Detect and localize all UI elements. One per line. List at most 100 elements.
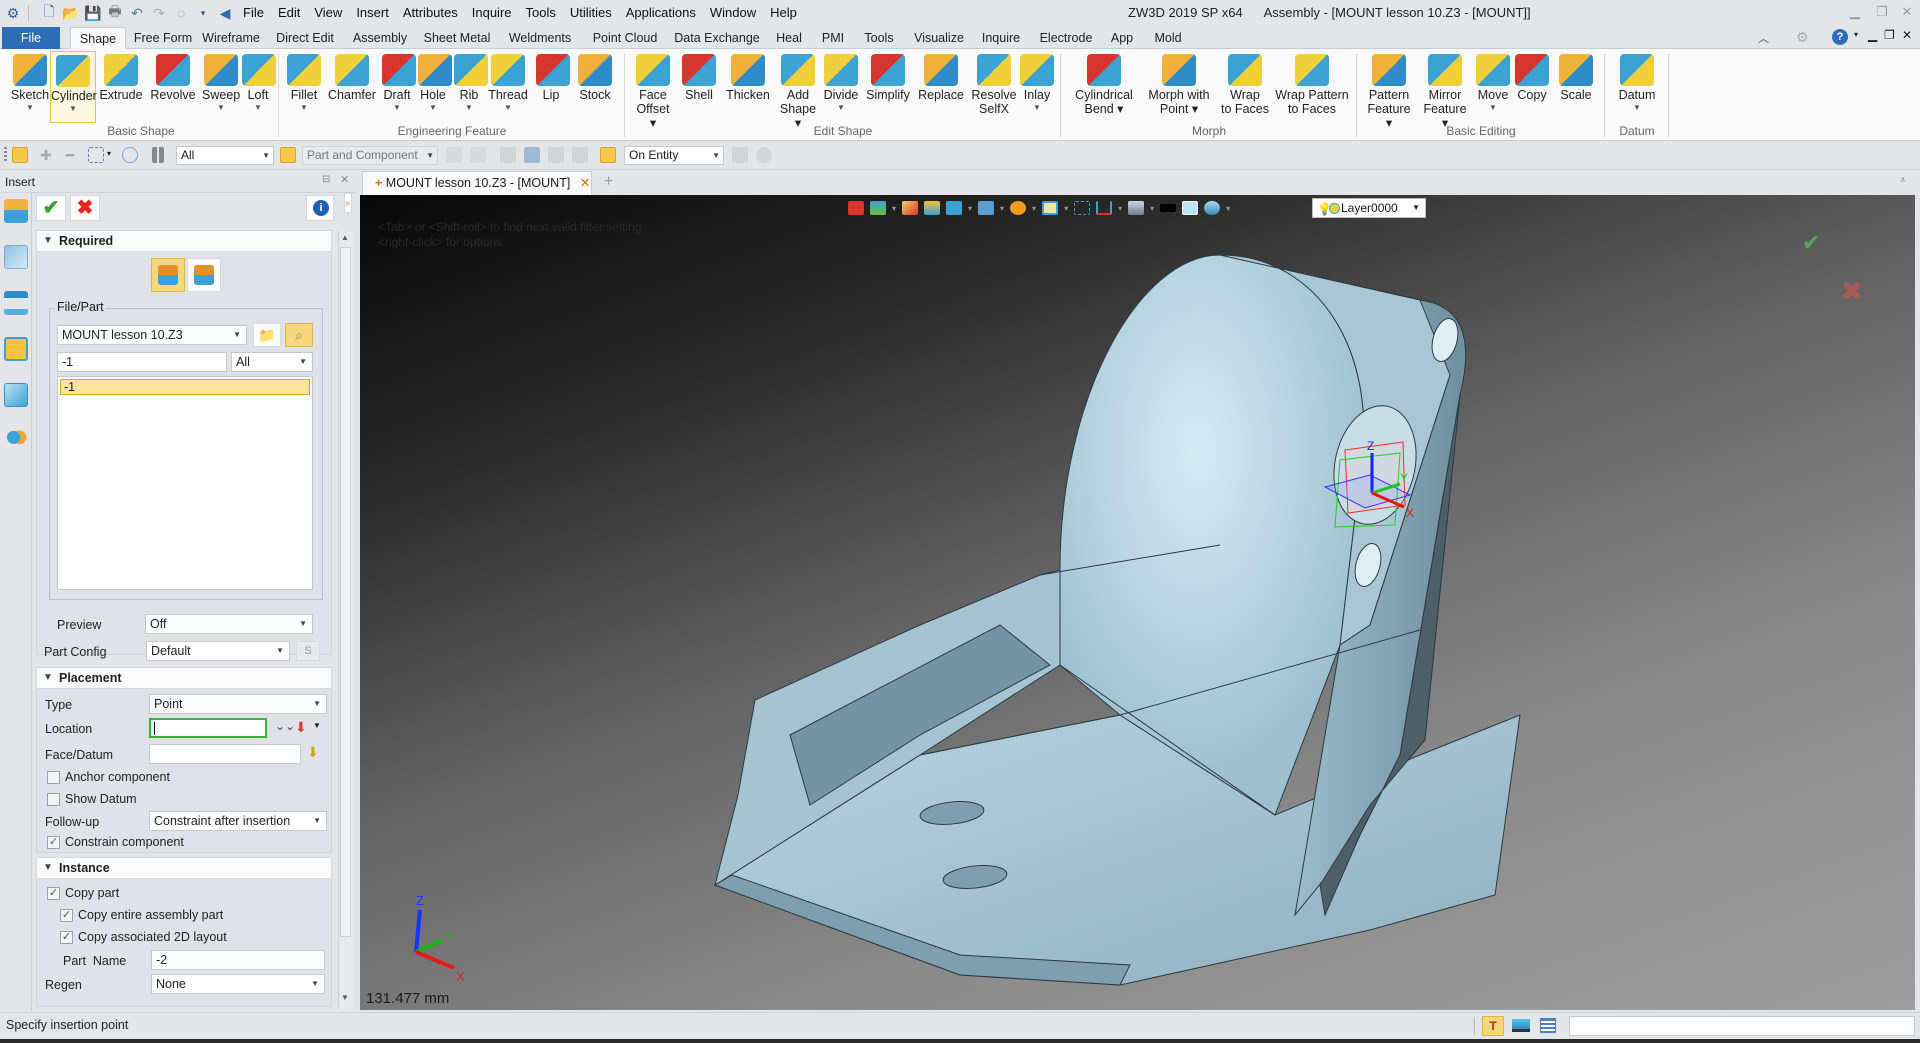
ribbon-button-sweep[interactable]: Sweep ▼ — [202, 51, 240, 123]
part-filter-select[interactable]: All ▼ — [231, 352, 313, 372]
pick-mode-icon[interactable] — [600, 147, 616, 163]
ribbon-button-sketch[interactable]: Sketch ▼ — [8, 51, 52, 123]
ribbon-button-cylinder[interactable]: Cylinder ▼ — [50, 51, 97, 123]
tab-mold[interactable]: Mold — [1146, 27, 1190, 49]
box-select-icon[interactable] — [88, 147, 104, 163]
history-toggle-button[interactable]: T — [1482, 1016, 1504, 1036]
ribbon-button-extrude[interactable]: Extrude — [98, 51, 144, 123]
dropdown-arrow-icon[interactable]: ▼ — [382, 102, 412, 114]
print-icon[interactable]: 🖶 — [104, 2, 126, 24]
menu-attributes[interactable]: Attributes — [396, 0, 465, 26]
part-box-icon[interactable] — [4, 337, 28, 361]
part-list-item[interactable]: -1 — [60, 379, 310, 395]
dropdown-arrow-icon[interactable]: ▼ — [1020, 102, 1054, 114]
tab-assembly[interactable]: Assembly — [348, 27, 412, 49]
ribbon-button-revolve[interactable]: Revolve — [148, 51, 198, 123]
menu-tools[interactable]: Tools — [519, 0, 563, 26]
open-file-icon[interactable]: 📂 — [60, 2, 82, 24]
menu-applications[interactable]: Applications — [619, 0, 703, 26]
pick-point-icon[interactable]: ⬇ — [295, 719, 307, 736]
pointer-disabled-icon[interactable] — [732, 147, 748, 163]
ribbon-button-pattern-feature[interactable]: Pattern Feature ▾ — [1364, 51, 1414, 130]
info-button[interactable]: i — [306, 195, 334, 221]
help-icon[interactable]: ? — [1832, 29, 1848, 45]
save-icon[interactable]: 💾 — [82, 2, 104, 24]
ribbon-button-cylindrical-bend[interactable]: Cylindrical Bend ▾ — [1070, 51, 1138, 123]
hierarchy-icon[interactable] — [4, 291, 28, 315]
panel-expand-icon[interactable]: » — [344, 193, 352, 213]
tab-wireframe[interactable]: Wireframe — [200, 27, 262, 49]
tab-electrode[interactable]: Electrode — [1036, 27, 1096, 49]
ribbon-button-shell[interactable]: Shell — [682, 51, 716, 123]
menu-insert[interactable]: Insert — [349, 0, 396, 26]
tab-sheet-metal[interactable]: Sheet Metal — [420, 27, 494, 49]
insert-multiple-button[interactable] — [187, 258, 221, 292]
dropdown-arrow-icon[interactable]: ▼ — [1612, 102, 1662, 114]
users-icon[interactable] — [4, 429, 28, 453]
image-export-icon[interactable] — [4, 383, 28, 407]
dropdown-arrow-icon[interactable]: ▼ — [286, 102, 322, 114]
filter-icon[interactable] — [152, 147, 164, 163]
insert-single-button[interactable] — [151, 258, 185, 292]
panel-pin-icon[interactable]: ⊟ — [322, 174, 330, 185]
tab-close-icon[interactable]: ✕ — [580, 176, 590, 190]
ribbon-button-morph-with-point[interactable]: Morph with Point ▾ — [1144, 51, 1214, 123]
redo-icon[interactable]: ↷ — [148, 2, 170, 24]
list-icon-3[interactable] — [548, 147, 564, 163]
ribbon-button-fillet[interactable]: Fillet ▼ — [286, 51, 322, 123]
customize-dropdown-icon[interactable]: ▾ — [192, 2, 214, 24]
ribbon-button-loft[interactable]: Loft ▼ — [242, 51, 276, 123]
regen-select[interactable]: None ▼ — [151, 974, 325, 994]
toolbar-grip[interactable] — [4, 147, 7, 163]
scroll-thumb[interactable] — [340, 247, 351, 937]
snap-icon[interactable] — [470, 147, 486, 163]
ribbon-button-datum[interactable]: Datum ▼ — [1612, 51, 1662, 123]
ribbon-button-stock[interactable]: Stock — [574, 51, 616, 123]
assembly-tree-icon[interactable] — [4, 245, 28, 269]
menu-window[interactable]: Window — [703, 0, 763, 26]
help-dropdown-icon[interactable]: ▾ — [1854, 30, 1858, 39]
list-icon-2[interactable] — [524, 147, 540, 163]
selection-scope-select[interactable]: Part and Component ▼ — [302, 146, 438, 165]
ribbon-button-wrap-to-faces[interactable]: Wrap to Faces — [1220, 51, 1270, 123]
pointer-icon[interactable] — [572, 147, 588, 163]
pick-point-dropdown-icon[interactable]: ▼ — [313, 721, 321, 730]
part-list[interactable]: -1 — [57, 376, 313, 590]
tab-data-exchange[interactable]: Data Exchange — [672, 27, 762, 49]
ribbon-button-draft[interactable]: Draft ▼ — [382, 51, 416, 123]
preview-select[interactable]: Off ▼ — [145, 614, 313, 634]
tab-direct-edit[interactable]: Direct Edit — [270, 27, 340, 49]
face-datum-input[interactable] — [149, 744, 301, 764]
tab-visualize[interactable]: Visualize — [910, 27, 968, 49]
dropdown-arrow-icon[interactable]: ▼ — [418, 102, 448, 114]
accept-button[interactable]: ✔ — [36, 195, 66, 221]
command-input[interactable] — [1569, 1016, 1915, 1036]
ribbon-button-simplify[interactable]: Simplify — [864, 51, 912, 123]
ribbon-button-chamfer[interactable]: Chamfer — [328, 51, 376, 123]
doc-close-icon[interactable]: ✕ — [1902, 28, 1912, 42]
ribbon-button-hole[interactable]: Hole ▼ — [418, 51, 452, 123]
pick-cursor-icon[interactable] — [12, 147, 28, 163]
part-name-input[interactable]: -2 — [151, 950, 325, 970]
model-view[interactable]: Z Y X Z Y X — [360, 195, 1915, 1010]
ribbon-button-add-shape[interactable]: Add Shape ▾ — [778, 51, 818, 130]
instance-section-header[interactable]: ▼ Instance — [36, 857, 332, 879]
document-tab[interactable]: + MOUNT lesson 10.Z3 - [MOUNT] ✕ — [362, 171, 592, 195]
undo-icon[interactable]: ↶ — [126, 2, 148, 24]
menu-help[interactable]: Help — [763, 0, 804, 26]
part-config-select[interactable]: Default ▼ — [146, 641, 290, 661]
ribbon-button-thread[interactable]: Thread ▼ — [486, 51, 530, 123]
anchor-checkbox[interactable] — [47, 771, 60, 784]
required-section-header[interactable]: ▼ Required — [36, 230, 332, 252]
ribbon-button-mirror-feature[interactable]: Mirror Feature ▾ — [1420, 51, 1470, 130]
pick-face-icon[interactable]: ⬇ — [307, 744, 319, 761]
mount-part[interactable] — [713, 254, 1521, 986]
tab-file[interactable]: File — [2, 27, 60, 49]
file-select[interactable]: MOUNT lesson 10.Z3 ▼ — [57, 325, 247, 345]
menu-utilities[interactable]: Utilities — [563, 0, 619, 26]
ribbon-button-resolve-selfx[interactable]: Resolve SelfX — [970, 51, 1018, 123]
menu-inquire[interactable]: Inquire — [465, 0, 519, 26]
ribbon-button-rib[interactable]: Rib ▼ — [454, 51, 488, 123]
box-select-dropdown-icon[interactable]: ▾ — [107, 149, 111, 158]
tab-heal[interactable]: Heal — [772, 27, 806, 49]
